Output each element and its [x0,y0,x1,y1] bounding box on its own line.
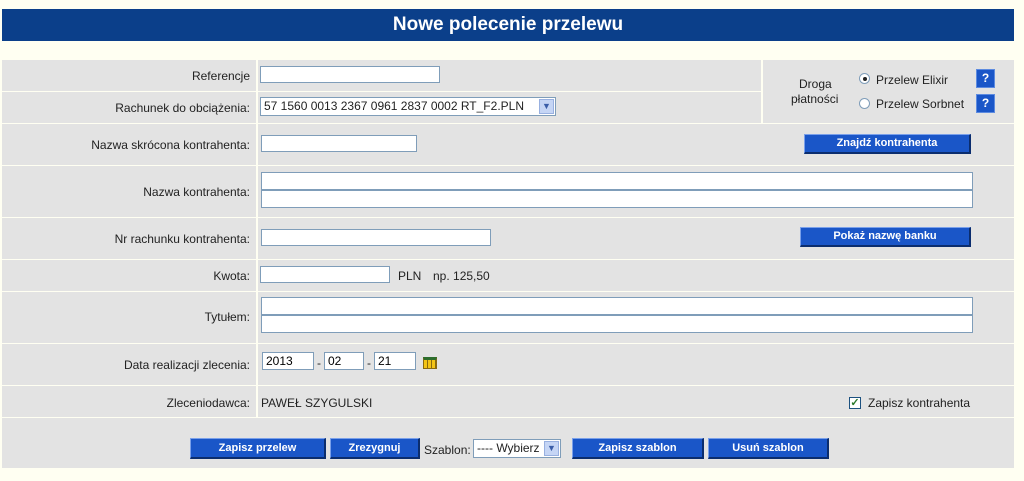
nazwa-skrocona-input[interactable] [261,135,417,152]
kwota-input[interactable] [260,266,390,283]
droga-label-line1: Droga [799,77,832,91]
zleceniodawca-value: PAWEŁ SZYGULSKI [261,396,373,410]
referencje-input[interactable] [260,66,440,83]
separator [256,344,258,385]
droga-panel: Droga płatności Przelew Elixir ? Przelew… [761,60,1014,123]
tytulem-label: Tytułem: [204,310,250,324]
radio-elixir[interactable] [859,73,870,84]
row-data: Data realizacji zlecenia: - - [2,344,1014,386]
page-title: Nowe polecenie przelewu [2,9,1014,41]
save-contractor-checkbox[interactable]: ✓ [849,397,861,409]
separator [256,292,258,343]
action-bar: Zapisz przelew Zrezygnuj Szablon: ---- W… [2,418,1014,468]
row-tytulem: Tytułem: [2,292,1014,344]
delete-template-button[interactable]: Usuń szablon [708,438,829,459]
kwota-label: Kwota: [213,269,250,283]
help-elixir-button[interactable]: ? [976,69,995,88]
separator [256,60,258,91]
sorbnet-label[interactable]: Przelew Sorbnet [876,97,964,111]
zleceniodawca-label: Zleceniodawca: [166,396,250,410]
separator [256,260,258,291]
help-sorbnet-button[interactable]: ? [976,94,995,113]
currency-label: PLN [398,269,422,283]
referencje-label: Referencje [191,69,250,83]
calendar-icon[interactable] [423,357,437,369]
rachunek-label: Rachunek do obciążenia: [115,101,250,115]
nazwa-skrocona-label: Nazwa skrócona kontrahenta: [91,138,250,152]
row-nazwa: Nazwa kontrahenta: [2,166,1014,218]
transfer-form: Referencje Rachunek do obciążenia: 57 15… [2,60,1014,468]
chevron-down-icon[interactable]: ▼ [544,441,559,456]
row-kwota: Kwota: PLN np. 125,50 [2,260,1014,292]
month-input[interactable] [324,352,364,370]
chevron-down-icon[interactable]: ▼ [539,99,554,114]
year-input[interactable] [262,352,314,370]
separator [256,386,258,417]
rachunek-select[interactable]: 57 1560 0013 2367 0961 2837 0002 RT_F2.P… [260,97,556,116]
nr-rachunku-label: Nr rachunku kontrahenta: [114,232,250,246]
tytulem-input-line2[interactable] [261,315,973,333]
template-select[interactable]: ---- Wybierz ▼ [473,439,561,458]
nazwa-input-line1[interactable] [261,172,973,190]
save-template-button[interactable]: Zapisz szablon [572,438,704,459]
data-label: Data realizacji zlecenia: [123,358,250,372]
date-sep: - [367,356,371,370]
row-nazwa-skrocona: Nazwa skrócona kontrahenta: Znajdź kontr… [2,124,1014,166]
nazwa-input-line2[interactable] [261,190,973,208]
separator [256,124,258,165]
find-contractor-button[interactable]: Znajdź kontrahenta [804,134,971,154]
show-bank-button[interactable]: Pokaż nazwę banku [800,227,971,247]
cancel-button[interactable]: Zrezygnuj [330,438,420,459]
row-nr-rachunku: Nr rachunku kontrahenta: Pokaż nazwę ban… [2,218,1014,260]
template-selected: ---- Wybierz [477,441,540,455]
nr-rachunku-input[interactable] [261,229,491,246]
separator [256,166,258,217]
day-input[interactable] [374,352,416,370]
save-contractor-label[interactable]: Zapisz kontrahenta [868,396,970,410]
row-zleceniodawca: Zleceniodawca: PAWEŁ SZYGULSKI ✓ Zapisz … [2,386,1014,418]
tytulem-input-line1[interactable] [261,297,973,315]
template-label: Szablon: [424,443,471,457]
separator [256,218,258,259]
elixir-label[interactable]: Przelew Elixir [876,73,948,87]
rachunek-value: 57 1560 0013 2367 0961 2837 0002 RT_F2.P… [264,99,524,113]
separator [256,92,258,123]
nazwa-label: Nazwa kontrahenta: [143,185,250,199]
date-sep: - [317,356,321,370]
droga-label-line2: płatności [791,92,839,106]
amount-hint: np. 125,50 [433,269,490,283]
save-transfer-button[interactable]: Zapisz przelew [190,438,326,459]
radio-sorbnet[interactable] [859,98,870,109]
